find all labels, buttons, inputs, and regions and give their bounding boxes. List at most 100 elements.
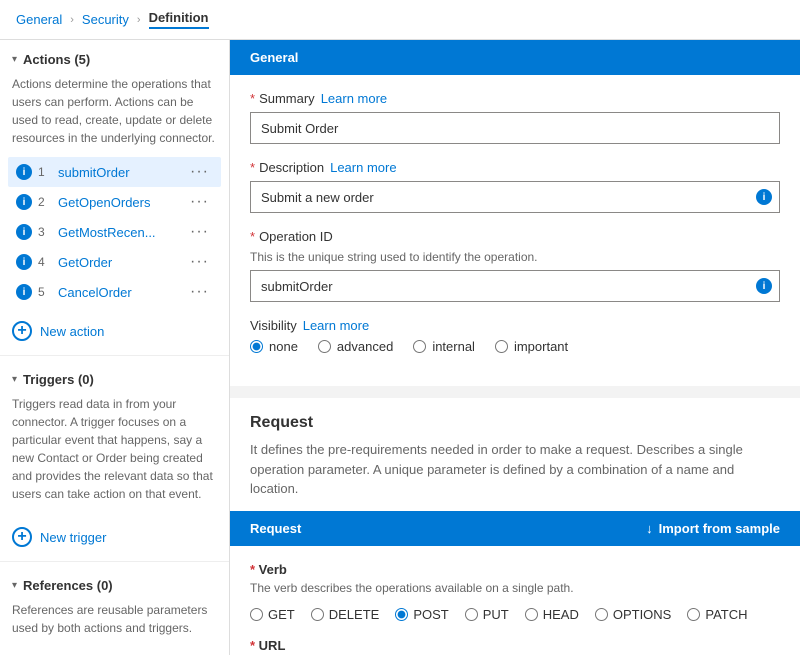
verb-post-label: POST bbox=[413, 607, 448, 622]
verb-get-radio[interactable] bbox=[250, 608, 263, 621]
general-section: General * Summary Learn more * Descripti… bbox=[230, 40, 800, 386]
info-icon-4: i bbox=[16, 254, 32, 270]
breadcrumb: General › Security › Definition bbox=[0, 0, 800, 40]
verb-get-option[interactable]: GET bbox=[250, 607, 295, 622]
verb-patch-radio[interactable] bbox=[687, 608, 700, 621]
action-num-2: 2 bbox=[38, 195, 54, 209]
action-name-5[interactable]: CancelOrder bbox=[58, 285, 186, 300]
verb-put-option[interactable]: PUT bbox=[465, 607, 509, 622]
action-more-4[interactable]: ··· bbox=[186, 253, 213, 271]
verb-head-option[interactable]: HEAD bbox=[525, 607, 579, 622]
request-description: It defines the pre-requirements needed i… bbox=[230, 436, 800, 511]
action-item-3[interactable]: i 3 GetMostRecen... ··· bbox=[8, 217, 221, 247]
action-num-5: 5 bbox=[38, 285, 54, 299]
visibility-radio-group: none advanced internal important bbox=[250, 339, 780, 354]
action-more-5[interactable]: ··· bbox=[186, 283, 213, 301]
url-label: URL bbox=[259, 638, 286, 653]
action-num-1: 1 bbox=[38, 165, 54, 179]
operation-id-info-icon[interactable]: i bbox=[756, 278, 772, 294]
verb-required-star: * bbox=[250, 562, 259, 577]
references-chevron-icon: ▾ bbox=[12, 580, 17, 591]
verb-options-option[interactable]: OPTIONS bbox=[595, 607, 672, 622]
visibility-none-option[interactable]: none bbox=[250, 339, 298, 354]
operation-id-group: * Operation ID This is the unique string… bbox=[250, 229, 780, 302]
triggers-title: Triggers (0) bbox=[23, 372, 94, 387]
verb-options-label: OPTIONS bbox=[613, 607, 672, 622]
content-area: General * Summary Learn more * Descripti… bbox=[230, 40, 800, 655]
visibility-learn-more-link[interactable]: Learn more bbox=[303, 318, 369, 333]
verb-head-radio[interactable] bbox=[525, 608, 538, 621]
url-required-star: * bbox=[250, 638, 259, 653]
divider-1 bbox=[0, 355, 229, 356]
action-name-4[interactable]: GetOrder bbox=[58, 255, 186, 270]
new-trigger-button[interactable]: + New trigger bbox=[0, 517, 229, 557]
action-name-3[interactable]: GetMostRecen... bbox=[58, 225, 186, 240]
verb-put-label: PUT bbox=[483, 607, 509, 622]
verb-label-row: * Verb bbox=[250, 562, 780, 577]
new-action-button[interactable]: + New action bbox=[0, 311, 229, 351]
summary-group: * Summary Learn more bbox=[250, 91, 780, 144]
verb-label: Verb bbox=[259, 562, 287, 577]
verb-radio-group: GET DELETE POST PUT bbox=[250, 607, 780, 622]
description-label: Description bbox=[259, 160, 324, 175]
verb-options-radio[interactable] bbox=[595, 608, 608, 621]
download-icon: ↓ bbox=[646, 521, 653, 536]
breadcrumb-general[interactable]: General bbox=[16, 12, 62, 27]
description-label-row: * Description Learn more bbox=[250, 160, 780, 175]
description-input[interactable] bbox=[250, 181, 780, 213]
breadcrumb-definition[interactable]: Definition bbox=[149, 10, 209, 29]
operation-id-hint: This is the unique string used to identi… bbox=[250, 250, 780, 264]
action-item-4[interactable]: i 4 GetOrder ··· bbox=[8, 247, 221, 277]
visibility-internal-option[interactable]: internal bbox=[413, 339, 475, 354]
description-input-wrapper: i bbox=[250, 181, 780, 213]
visibility-advanced-label: advanced bbox=[337, 339, 393, 354]
references-section-header[interactable]: ▾ References (0) bbox=[0, 566, 229, 601]
action-item-5[interactable]: i 5 CancelOrder ··· bbox=[8, 277, 221, 307]
visibility-important-label: important bbox=[514, 339, 568, 354]
summary-label-row: * Summary Learn more bbox=[250, 91, 780, 106]
breadcrumb-security[interactable]: Security bbox=[82, 12, 129, 27]
triggers-section-header[interactable]: ▾ Triggers (0) bbox=[0, 360, 229, 395]
visibility-important-radio[interactable] bbox=[495, 340, 508, 353]
main-layout: ▾ Actions (5) Actions determine the oper… bbox=[0, 40, 800, 655]
triggers-chevron-icon: ▾ bbox=[12, 374, 17, 385]
action-item-2[interactable]: i 2 GetOpenOrders ··· bbox=[8, 187, 221, 217]
summary-required-star: * bbox=[250, 91, 255, 106]
verb-post-radio[interactable] bbox=[395, 608, 408, 621]
visibility-none-radio[interactable] bbox=[250, 340, 263, 353]
visibility-group: Visibility Learn more none advanced bbox=[250, 318, 780, 354]
verb-delete-label: DELETE bbox=[329, 607, 380, 622]
verb-delete-radio[interactable] bbox=[311, 608, 324, 621]
summary-input[interactable] bbox=[250, 112, 780, 144]
action-list: i 1 submitOrder ··· i 2 GetOpenOrders ··… bbox=[0, 157, 229, 307]
description-learn-more-link[interactable]: Learn more bbox=[330, 160, 396, 175]
action-more-1[interactable]: ··· bbox=[186, 163, 213, 181]
verb-put-radio[interactable] bbox=[465, 608, 478, 621]
action-name-1[interactable]: submitOrder bbox=[58, 165, 186, 180]
action-more-3[interactable]: ··· bbox=[186, 223, 213, 241]
info-icon-5: i bbox=[16, 284, 32, 300]
verb-delete-option[interactable]: DELETE bbox=[311, 607, 380, 622]
description-info-icon[interactable]: i bbox=[756, 189, 772, 205]
visibility-important-option[interactable]: important bbox=[495, 339, 568, 354]
breadcrumb-sep-2: › bbox=[137, 14, 141, 26]
import-from-sample-button[interactable]: ↓ Import from sample bbox=[646, 521, 780, 536]
divider-2 bbox=[0, 561, 229, 562]
verb-patch-option[interactable]: PATCH bbox=[687, 607, 747, 622]
action-item-1[interactable]: i 1 submitOrder ··· bbox=[8, 157, 221, 187]
verb-hint: The verb describes the operations availa… bbox=[250, 581, 780, 595]
request-blue-header: Request ↓ Import from sample bbox=[230, 511, 800, 546]
action-more-2[interactable]: ··· bbox=[186, 193, 213, 211]
summary-label: Summary bbox=[259, 91, 315, 106]
visibility-internal-radio[interactable] bbox=[413, 340, 426, 353]
operation-id-input-wrapper: i bbox=[250, 270, 780, 302]
action-name-2[interactable]: GetOpenOrders bbox=[58, 195, 186, 210]
verb-post-option[interactable]: POST bbox=[395, 607, 448, 622]
import-sample-label: Import from sample bbox=[659, 521, 780, 536]
operation-id-input[interactable] bbox=[250, 270, 780, 302]
summary-learn-more-link[interactable]: Learn more bbox=[321, 91, 387, 106]
visibility-advanced-radio[interactable] bbox=[318, 340, 331, 353]
request-section: Request It defines the pre-requirements … bbox=[230, 398, 800, 655]
visibility-advanced-option[interactable]: advanced bbox=[318, 339, 393, 354]
actions-section-header[interactable]: ▾ Actions (5) bbox=[0, 40, 229, 75]
